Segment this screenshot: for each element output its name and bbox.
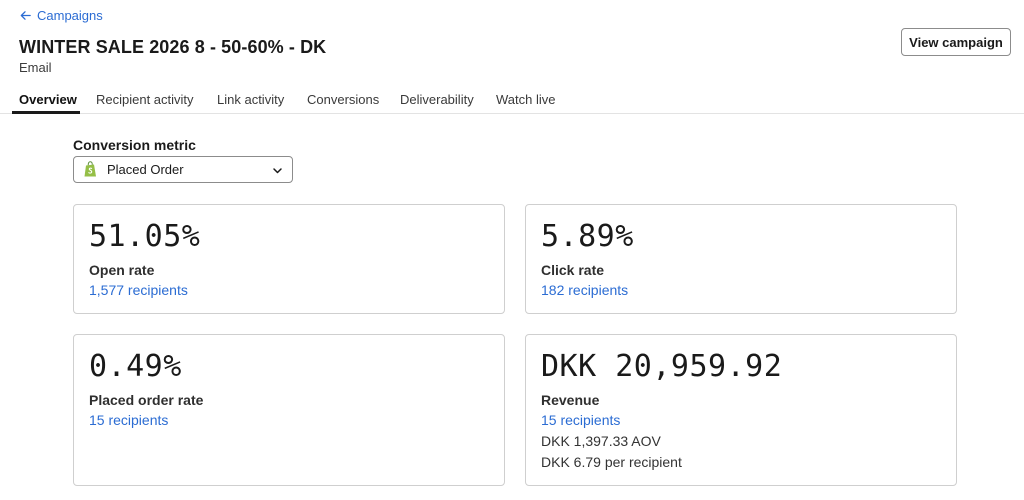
view-campaign-button[interactable]: View campaign	[901, 28, 1011, 56]
revenue-value: DKK 20,959.92	[541, 349, 783, 384]
tab-overview[interactable]: Overview	[19, 84, 77, 114]
conversion-metric-value: Placed Order	[107, 162, 184, 177]
tab-recipient-activity[interactable]: Recipient activity	[96, 84, 194, 114]
click-rate-recipients-link[interactable]: 182 recipients	[541, 282, 628, 298]
back-link-label[interactable]: Campaigns	[37, 8, 103, 23]
open-rate-value: 51.05%	[89, 219, 201, 254]
click-rate-label: Click rate	[541, 262, 605, 278]
placed-order-rate-label: Placed order rate	[89, 392, 204, 408]
click-rate-card: 5.89% Click rate 182 recipients	[525, 204, 957, 314]
revenue-aov: DKK 1,397.33 AOV	[541, 433, 661, 449]
active-tab-indicator	[12, 111, 80, 114]
open-rate-recipients-link[interactable]: 1,577 recipients	[89, 282, 188, 298]
revenue-recipients-link[interactable]: 15 recipients	[541, 412, 620, 428]
chevron-down-icon	[273, 168, 282, 174]
revenue-card: DKK 20,959.92 Revenue 15 recipients DKK …	[525, 334, 957, 486]
placed-order-rate-value: 0.49%	[89, 349, 182, 384]
back-to-campaigns-link[interactable]: Campaigns	[19, 8, 103, 23]
arrow-left-icon	[20, 11, 31, 20]
page-title: WINTER SALE 2026 8 - 50-60% - DK	[19, 37, 327, 57]
tab-watch-live[interactable]: Watch live	[496, 84, 555, 114]
placed-order-rate-card: 0.49% Placed order rate 15 recipients	[73, 334, 505, 486]
click-rate-value: 5.89%	[541, 219, 634, 254]
revenue-per-recipient: DKK 6.79 per recipient	[541, 454, 682, 470]
tab-link-activity[interactable]: Link activity	[217, 84, 284, 114]
open-rate-card: 51.05% Open rate 1,577 recipients	[73, 204, 505, 314]
tab-conversions[interactable]: Conversions	[307, 84, 379, 114]
tab-bar: Overview Recipient activity Link activit…	[0, 84, 1024, 114]
tab-deliverability[interactable]: Deliverability	[400, 84, 474, 114]
conversion-metric-label: Conversion metric	[73, 137, 196, 153]
open-rate-label: Open rate	[89, 262, 155, 278]
revenue-label: Revenue	[541, 392, 600, 408]
shopify-icon	[84, 161, 96, 177]
conversion-metric-select[interactable]: Placed Order	[73, 156, 293, 183]
page-subtitle: Email	[19, 60, 52, 75]
placed-order-recipients-link[interactable]: 15 recipients	[89, 412, 168, 428]
